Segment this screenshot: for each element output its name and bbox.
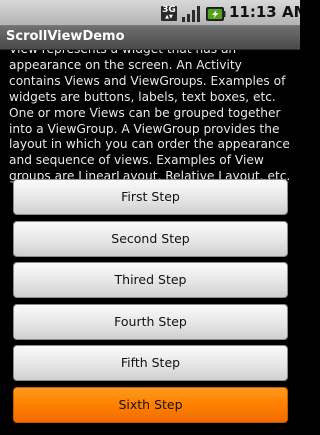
app-title: ScrollViewDemo <box>6 29 125 44</box>
description-text: View represents a widget that has an app… <box>9 50 291 184</box>
title-bar: ScrollViewDemo <box>0 26 300 50</box>
battery-charging-icon <box>206 7 226 21</box>
fifth-step-button[interactable]: Fifth Step <box>13 345 288 381</box>
second-step-button[interactable]: Second Step <box>13 220 288 257</box>
fourth-step-button[interactable]: Fourth Step <box>13 303 288 340</box>
third-step-button[interactable]: Thired Step <box>13 262 288 298</box>
step-button-list: First Step Second Step Thired Step Fourt… <box>13 179 288 428</box>
scroll-view[interactable]: View represents a widget that has an app… <box>0 50 300 435</box>
status-bar: 3G ▲▼ 11:13 AM <box>0 0 300 26</box>
first-step-button[interactable]: First Step <box>13 179 288 215</box>
status-clock: 11:13 AM <box>229 3 300 21</box>
phone-screen: 3G ▲▼ 11:13 AM ScrollViewDemo View repre… <box>0 0 300 435</box>
sixth-step-button[interactable]: Sixth Step <box>13 386 288 423</box>
signal-strength-icon <box>182 6 200 22</box>
3g-data-icon: 3G ▲▼ <box>161 5 177 21</box>
scroll-content: View represents a widget that has an app… <box>0 50 300 185</box>
